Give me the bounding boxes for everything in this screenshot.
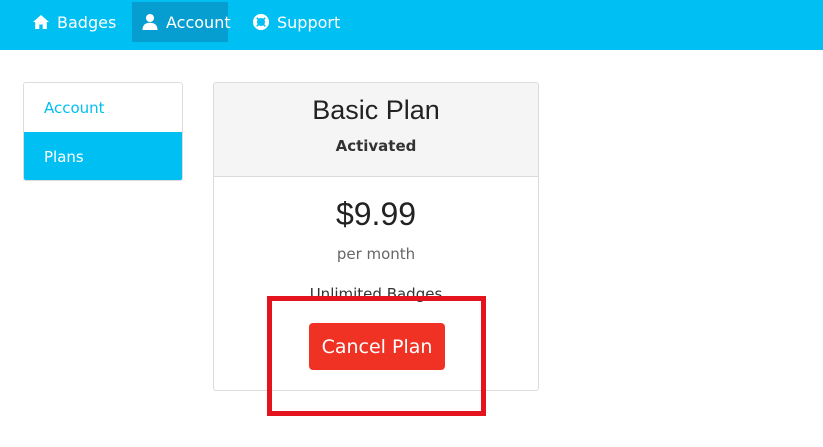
user-icon: [141, 13, 159, 31]
home-icon: [32, 13, 50, 31]
nav-item-label: Account: [166, 12, 231, 32]
nav-item-support[interactable]: Support: [243, 2, 349, 42]
plan-title: Basic Plan: [312, 95, 440, 125]
nav-item-badges[interactable]: Badges: [23, 2, 125, 42]
nav-item-account[interactable]: Account: [132, 2, 231, 42]
plan-feature: Unlimited Badges: [309, 285, 443, 303]
lifebuoy-icon: [252, 13, 270, 31]
cancel-plan-button[interactable]: Cancel Plan: [309, 323, 445, 370]
sidebar-item-label: Plans: [44, 147, 84, 166]
sidebar-item-label: Account: [44, 98, 105, 117]
plan-card: Basic Plan Activated $9.99 per month Unl…: [213, 82, 539, 391]
plan-price: $9.99: [335, 196, 417, 232]
nav-item-label: Badges: [57, 12, 117, 32]
plan-status: Activated: [335, 137, 417, 155]
nav-item-label: Support: [277, 12, 341, 32]
account-side-menu: Account Plans: [23, 82, 183, 181]
plan-billing-period: per month: [336, 245, 416, 263]
sidebar-item-plans[interactable]: Plans: [24, 132, 182, 180]
top-navigation-bar: Badges Account Support: [0, 0, 823, 50]
sidebar-item-account[interactable]: Account: [24, 83, 182, 132]
plan-card-header: Basic Plan Activated: [214, 83, 538, 177]
